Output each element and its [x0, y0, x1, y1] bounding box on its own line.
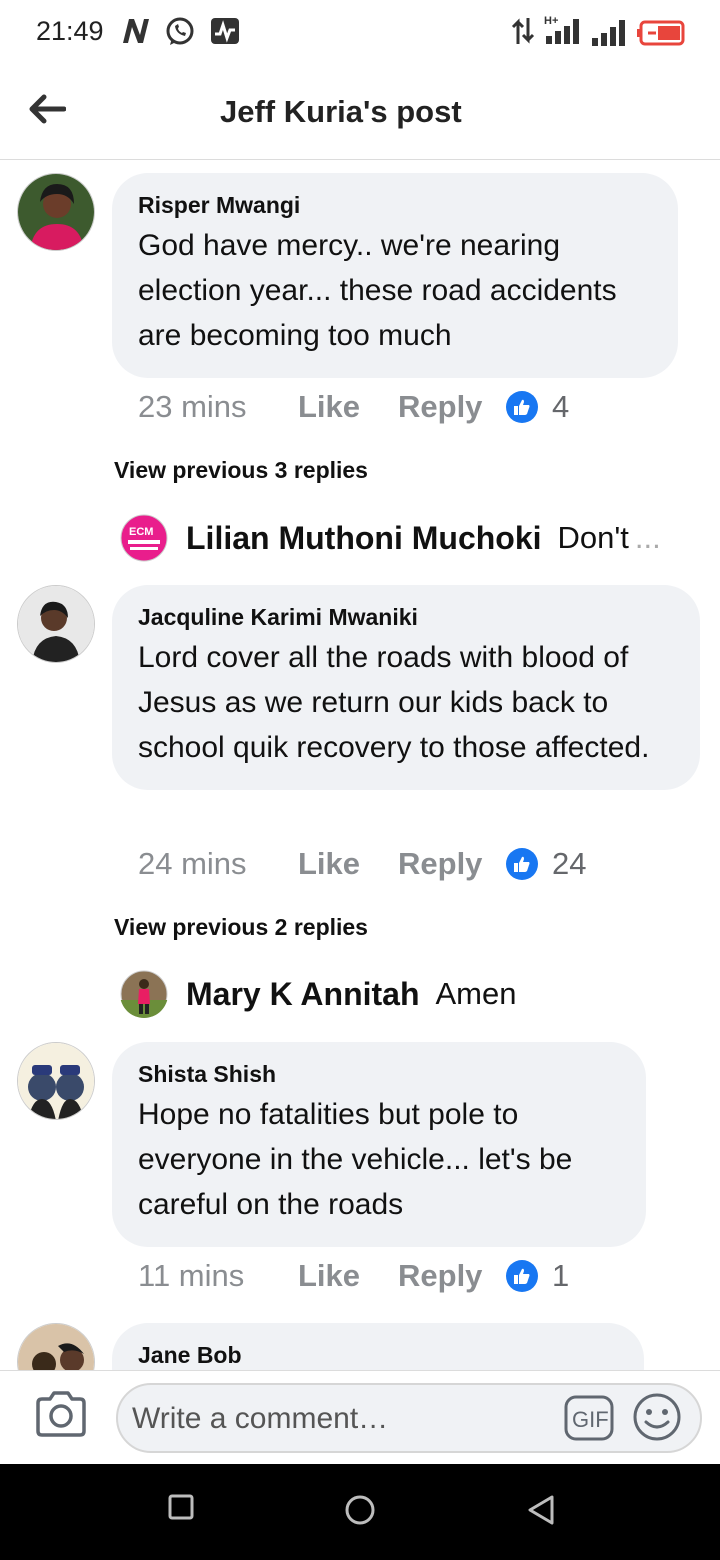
- comment-time[interactable]: 24 mins: [138, 846, 298, 882]
- activity-monitor-icon: [209, 16, 241, 51]
- n-notification-icon: [120, 16, 152, 51]
- reaction-count: 24: [552, 846, 587, 881]
- back-button[interactable]: [22, 86, 72, 136]
- comment-author[interactable]: Risper Mwangi: [138, 191, 652, 219]
- comment-text: God have mercy.. we're nearing election …: [138, 229, 617, 352]
- comment-time[interactable]: 11 mins: [138, 1258, 298, 1294]
- reply-author[interactable]: Lilian Muthoni Muchoki: [186, 520, 542, 557]
- reply-truncated: ...: [634, 520, 661, 555]
- svg-text:ECM: ECM: [129, 526, 153, 538]
- data-transfer-icon: [510, 16, 536, 51]
- comment-actions: 11 mins Like Reply 1: [138, 1256, 569, 1296]
- signal-icon: [590, 18, 626, 53]
- reaction-summary[interactable]: 4: [506, 389, 569, 425]
- system-navigation-bar: [0, 1464, 720, 1560]
- reaction-count: 1: [552, 1258, 570, 1293]
- page-title: Jeff Kuria's post: [220, 94, 462, 129]
- status-bar: 21:49 H+: [0, 0, 720, 64]
- recents-button[interactable]: [168, 1494, 208, 1534]
- whatsapp-icon: [164, 16, 196, 53]
- square-icon: [168, 1494, 194, 1524]
- comment-actions: 24 mins Like Reply 24: [138, 844, 586, 884]
- battery-charging-icon: [636, 20, 686, 51]
- reaction-count: 4: [552, 389, 570, 424]
- comment-text: Hope no fatalities but pole to everyone …: [138, 1098, 573, 1221]
- reply-text: Amen: [435, 976, 517, 1011]
- reply-button[interactable]: Reply: [398, 389, 506, 425]
- avatar[interactable]: [17, 1323, 95, 1370]
- comment-input[interactable]: Write a comment… GIF: [116, 1383, 702, 1453]
- comment-text: Lord cover all the roads with blood of J…: [138, 641, 650, 764]
- comment-bubble[interactable]: Risper Mwangi God have mercy.. we're nea…: [112, 173, 678, 378]
- home-button[interactable]: [344, 1494, 384, 1534]
- camera-button[interactable]: [34, 1391, 88, 1441]
- like-button[interactable]: Like: [298, 846, 398, 882]
- like-button[interactable]: Like: [298, 1258, 398, 1294]
- back-nav-button[interactable]: [526, 1494, 566, 1534]
- avatar[interactable]: [17, 585, 95, 663]
- triangle-back-icon: [526, 1495, 556, 1530]
- gif-button[interactable]: GIF: [564, 1395, 614, 1441]
- reaction-summary[interactable]: 24: [506, 846, 586, 882]
- view-previous-replies[interactable]: View previous 3 replies: [114, 457, 368, 484]
- reply-button[interactable]: Reply: [398, 846, 506, 882]
- avatar[interactable]: [17, 173, 95, 251]
- comment-placeholder: Write a comment…: [132, 1402, 389, 1435]
- reaction-summary[interactable]: 1: [506, 1258, 569, 1294]
- comment-composer: Write a comment… GIF: [0, 1370, 720, 1464]
- latest-reply[interactable]: ECM Lilian Muthoni Muchoki Don't ...: [120, 513, 661, 563]
- comment-author[interactable]: Jacquline Karimi Mwaniki: [138, 603, 674, 631]
- circle-icon: [344, 1495, 376, 1530]
- status-time: 21:49: [36, 16, 104, 46]
- emoji-button[interactable]: [632, 1392, 682, 1442]
- comment-time[interactable]: 23 mins: [138, 389, 298, 425]
- reply-button[interactable]: Reply: [398, 1258, 506, 1294]
- avatar[interactable]: [120, 970, 168, 1018]
- avatar[interactable]: [17, 1042, 95, 1120]
- view-previous-replies[interactable]: View previous 2 replies: [114, 914, 368, 941]
- thumbs-up-icon: [506, 391, 538, 423]
- comment-actions: 23 mins Like Reply 4: [138, 387, 569, 427]
- comments-list[interactable]: Risper Mwangi God have mercy.. we're nea…: [0, 161, 720, 1370]
- comment-author[interactable]: Jane Bob: [138, 1341, 618, 1369]
- svg-text:GIF: GIF: [572, 1407, 609, 1432]
- post-header: Jeff Kuria's post: [0, 64, 720, 160]
- like-button[interactable]: Like: [298, 389, 398, 425]
- comment-bubble[interactable]: Jacquline Karimi Mwaniki Lord cover all …: [112, 585, 700, 790]
- smiley-icon: [632, 1393, 682, 1446]
- hplus-signal-icon: H+: [544, 14, 584, 53]
- thumbs-up-icon: [506, 848, 538, 880]
- reply-text: Don't: [557, 520, 629, 555]
- camera-icon: [34, 1391, 88, 1441]
- avatar[interactable]: ECM: [120, 514, 168, 562]
- arrow-left-icon: [28, 94, 67, 129]
- thumbs-up-icon: [506, 1260, 538, 1292]
- comment-bubble[interactable]: Jane Bob: [112, 1323, 644, 1370]
- comment-author[interactable]: Shista Shish: [138, 1060, 620, 1088]
- comment-bubble[interactable]: Shista Shish Hope no fatalities but pole…: [112, 1042, 646, 1247]
- reply-author[interactable]: Mary K Annitah: [186, 976, 420, 1013]
- svg-text:H+: H+: [544, 15, 558, 27]
- latest-reply[interactable]: Mary K Annitah Amen: [120, 969, 516, 1019]
